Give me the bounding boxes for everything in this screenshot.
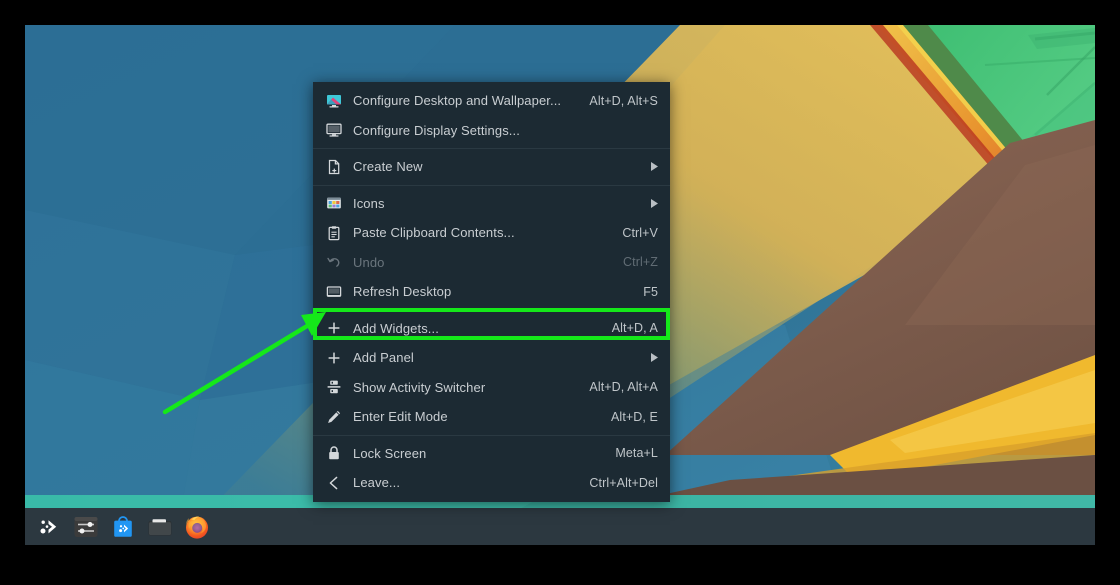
menu-item-shortcut: Ctrl+Alt+Del — [589, 475, 658, 490]
pencil-icon — [325, 408, 343, 426]
wallpaper-monitor-icon — [325, 92, 343, 110]
menu-item-show-activity-switcher[interactable]: Show Activity Switcher Alt+D, Alt+A — [313, 373, 670, 403]
new-document-icon — [325, 158, 343, 176]
menu-item-label: Undo — [353, 254, 385, 270]
lock-icon — [325, 444, 343, 462]
menu-item-label: Lock Screen — [353, 445, 427, 461]
leave-chevron-icon — [325, 474, 343, 492]
menu-item-shortcut: Ctrl+V — [622, 225, 658, 240]
menu-item-leave[interactable]: Leave... Ctrl+Alt+Del — [313, 468, 670, 498]
menu-item-label: Refresh Desktop — [353, 284, 452, 300]
clipboard-icon — [325, 224, 343, 242]
menu-item-label: Paste Clipboard Contents... — [353, 225, 515, 241]
refresh-monitor-icon — [325, 283, 343, 301]
firefox-icon — [185, 515, 208, 539]
menu-item-lock-screen[interactable]: Lock Screen Meta+L — [313, 439, 670, 469]
discover-button[interactable] — [104, 508, 141, 545]
menu-item-shortcut: Ctrl+Z — [623, 255, 658, 270]
menu-item-add-panel[interactable]: Add Panel — [313, 343, 670, 373]
discover-bag-icon — [113, 515, 132, 537]
menu-item-shortcut: F5 — [643, 284, 658, 299]
menu-item-label: Leave... — [353, 475, 401, 491]
menu-item-refresh-desktop[interactable]: Refresh Desktop F5 — [313, 277, 670, 307]
menu-item-label: Add Widgets... — [353, 320, 439, 336]
desktop-context-menu[interactable]: Configure Desktop and Wallpaper... Alt+D… — [313, 82, 670, 502]
menu-item-label: Configure Display Settings... — [353, 122, 520, 138]
plasma-panel[interactable] — [25, 508, 1095, 545]
menu-item-label: Add Panel — [353, 350, 414, 366]
menu-item-create-new[interactable]: Create New — [313, 152, 670, 182]
menu-item-shortcut: Alt+D, E — [611, 409, 658, 424]
menu-item-shortcut: Meta+L — [615, 446, 658, 461]
menu-item-enter-edit-mode[interactable]: Enter Edit Mode Alt+D, E — [313, 402, 670, 432]
screenshot-root: Configure Desktop and Wallpaper... Alt+D… — [0, 0, 1120, 585]
menu-item-label: Icons — [353, 195, 385, 211]
firefox-button[interactable] — [178, 508, 215, 545]
menu-item-undo: Undo Ctrl+Z — [313, 248, 670, 278]
submenu-chevron-icon — [650, 162, 658, 172]
undo-arrow-icon — [325, 253, 343, 271]
monitor-icon — [325, 121, 343, 139]
menu-item-label: Enter Edit Mode — [353, 409, 448, 425]
plus-icon — [325, 319, 343, 337]
menu-item-label: Show Activity Switcher — [353, 379, 486, 395]
system-settings-icon — [74, 516, 97, 537]
menu-item-paste-clipboard-contents[interactable]: Paste Clipboard Contents... Ctrl+V — [313, 218, 670, 248]
dolphin-folder-icon — [148, 518, 171, 535]
system-settings-button[interactable] — [67, 508, 104, 545]
menu-item-label: Create New — [353, 159, 423, 175]
kde-kickoff-icon — [40, 519, 56, 533]
menu-separator — [313, 434, 670, 436]
activity-switcher-icon — [325, 378, 343, 396]
menu-separator — [313, 184, 670, 186]
menu-item-shortcut: Alt+D, A — [611, 321, 658, 336]
menu-item-shortcut: Alt+D, Alt+A — [589, 380, 658, 395]
menu-item-add-widgets[interactable]: Add Widgets... Alt+D, A — [313, 314, 670, 344]
submenu-chevron-icon — [650, 198, 658, 208]
menu-item-configure-display-settings[interactable]: Configure Display Settings... — [313, 116, 670, 146]
menu-separator — [313, 309, 670, 311]
menu-separator — [313, 148, 670, 149]
menu-item-label: Configure Desktop and Wallpaper... — [353, 93, 562, 109]
menu-item-configure-desktop-and-wallpaper[interactable]: Configure Desktop and Wallpaper... Alt+D… — [313, 86, 670, 116]
file-manager-button[interactable] — [141, 508, 178, 545]
submenu-chevron-icon — [650, 353, 658, 363]
application-launcher-button[interactable] — [30, 508, 67, 545]
menu-item-icons[interactable]: Icons — [313, 189, 670, 219]
icons-grid-icon — [325, 194, 343, 212]
menu-item-shortcut: Alt+D, Alt+S — [589, 93, 658, 108]
plus-icon — [325, 349, 343, 367]
